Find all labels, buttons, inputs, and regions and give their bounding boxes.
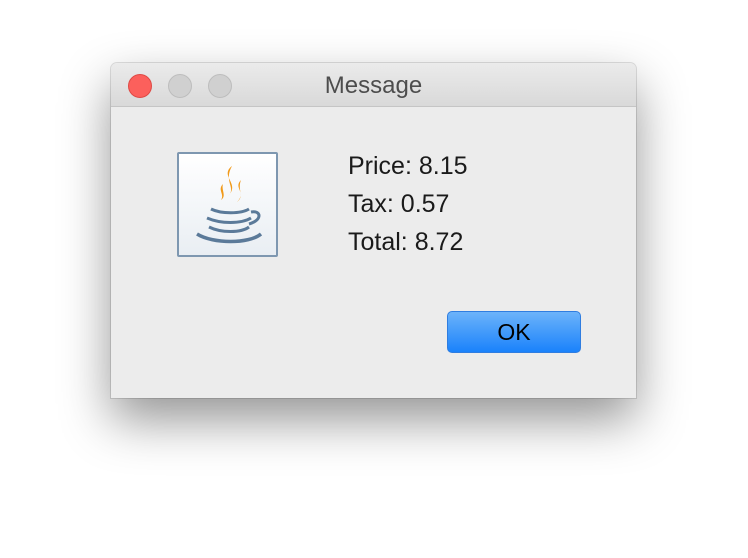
- ok-button[interactable]: OK: [447, 311, 581, 353]
- java-coffee-cup-icon: [177, 152, 278, 257]
- dialog-content: Price: 8.15 Tax: 0.57 Total: 8.72 OK: [111, 107, 636, 398]
- message-text: Price: 8.15 Tax: 0.57 Total: 8.72: [348, 147, 468, 261]
- window-title: Message: [324, 72, 423, 99]
- message-dialog: Message Price: 8.15 Tax: 0.57 Total: 8.7…: [111, 63, 636, 398]
- desktop: Message Price: 8.15 Tax: 0.57 Total: 8.7…: [0, 0, 748, 558]
- total-line: Total: 8.72: [348, 228, 464, 256]
- price-line: Price: 8.15: [348, 152, 468, 180]
- title-bar[interactable]: Message: [111, 63, 636, 107]
- tax-line: Tax: 0.57: [348, 190, 450, 218]
